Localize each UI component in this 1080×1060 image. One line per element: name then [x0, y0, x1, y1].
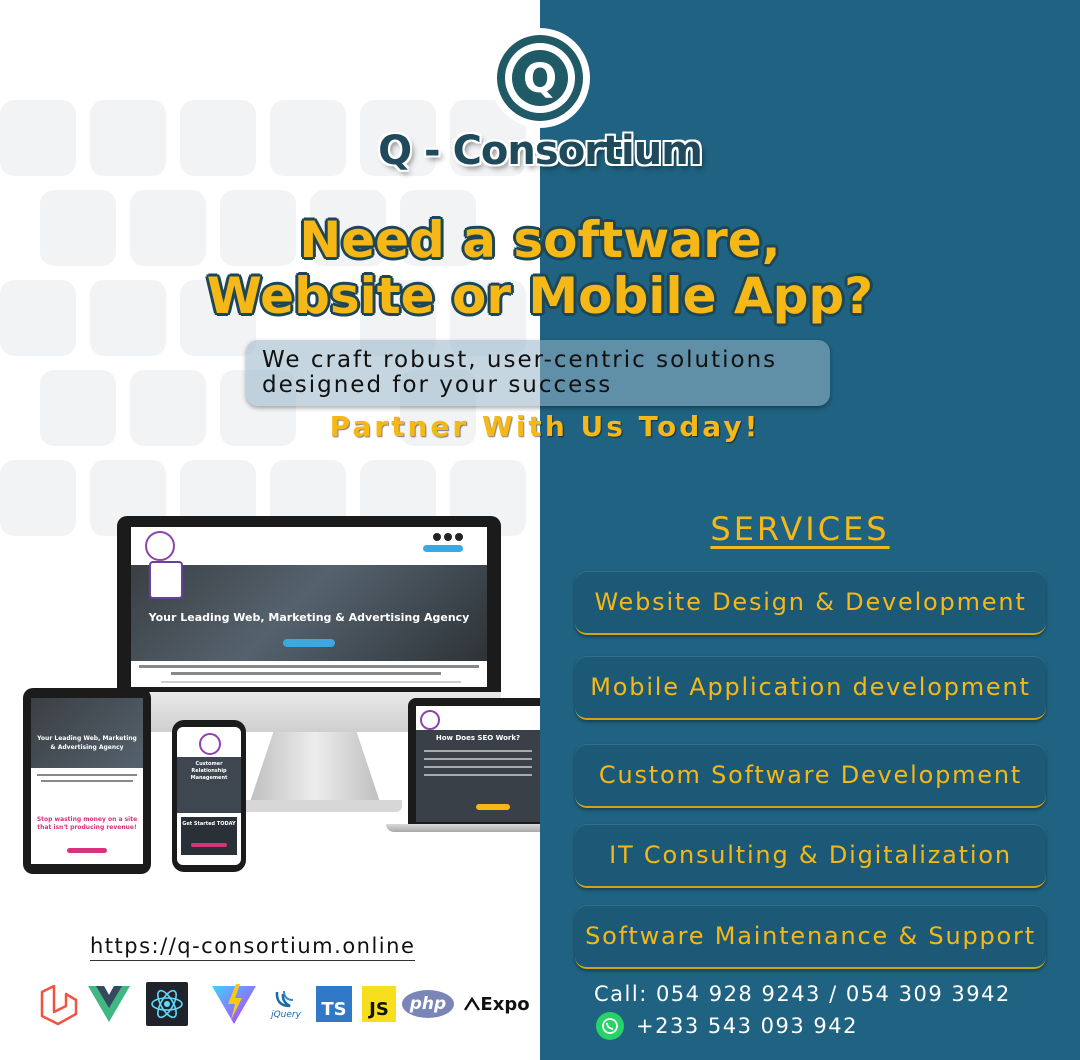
desktop-hero-text: Your Leading Web, Marketing & Advertisin… [148, 611, 470, 624]
expo-icon: Expo [462, 982, 532, 1026]
tagline: We craft robust, user-centric solutions … [262, 348, 842, 398]
jquery-icon: jQuery [268, 982, 304, 1026]
phone-logo-icon [199, 733, 221, 755]
ts-label: TS [316, 986, 352, 1022]
whatsapp-number: +233 543 093 942 [636, 1014, 858, 1038]
laptop-screen: How Does SEO Work? [416, 706, 540, 822]
q-logo-icon: Q [490, 28, 590, 128]
website-url[interactable]: https://q-consortium.online [90, 934, 416, 961]
social-icon [433, 533, 441, 541]
phone-button [191, 843, 227, 847]
typescript-icon: TS [316, 982, 352, 1026]
tagline-line-1: We craft robust, user-centric solutions [262, 347, 778, 373]
text-line [171, 672, 441, 675]
text-line [424, 750, 532, 752]
service-website-design[interactable]: Website Design & Development [575, 571, 1046, 635]
whatsapp-contact[interactable]: +233 543 093 942 [596, 1012, 858, 1040]
headline-line-2: Website or Mobile App? [206, 267, 874, 325]
tablet-screen: Your Leading Web, Marketing & Advertisin… [31, 698, 143, 864]
laptop-logo-icon [420, 710, 440, 730]
phone-screen: Customer Relationship Management Get Sta… [177, 727, 241, 865]
laravel-icon [40, 984, 78, 1026]
expo-label: Expo [480, 993, 530, 1015]
service-mobile-app[interactable]: Mobile Application development [575, 656, 1046, 720]
text-line [424, 758, 532, 760]
social-icon [455, 533, 463, 541]
laptop-base [386, 824, 540, 832]
award-badge-icon [149, 561, 183, 599]
text-line [161, 681, 461, 683]
headline-line-1: Need a software, [299, 211, 781, 269]
phone-title: Customer Relationship Management [190, 761, 228, 781]
text-line [37, 774, 137, 776]
services-title: SERVICES [710, 510, 890, 548]
tablet-hero-text: Your Leading Web, Marketing & Advertisin… [37, 735, 137, 751]
svg-text:Q: Q [523, 56, 557, 102]
tech-stack: jQuery TS JS php Expo [36, 982, 536, 1026]
whatsapp-icon [596, 1012, 624, 1040]
service-maintenance[interactable]: Software Maintenance & Support [575, 905, 1046, 969]
javascript-icon: JS [362, 982, 396, 1026]
desktop-hero-button [283, 639, 335, 647]
laptop-title: How Does SEO Work? [435, 734, 521, 742]
tablet-banner-text: Stop wasting money on a site that isn't … [36, 816, 138, 831]
cta-text: Partner With Us Today! [329, 410, 761, 443]
tagline-line-2: designed for your success [262, 372, 613, 398]
text-line [424, 766, 532, 768]
brand-name: Q - Consortium [378, 128, 703, 174]
php-icon: php [402, 982, 454, 1026]
react-icon [146, 982, 188, 1026]
text-line [139, 665, 479, 668]
text-line [41, 780, 133, 782]
headline: Need a software, Website or Mobile App? [140, 212, 940, 324]
social-icon [444, 533, 452, 541]
vue-icon [88, 986, 130, 1022]
desktop-screen: Your Leading Web, Marketing & Advertisin… [131, 527, 487, 687]
phone-cta: Get Started TODAY [182, 821, 236, 827]
laptop-button [476, 804, 510, 810]
monitor-base [232, 800, 402, 812]
vite-icon [212, 984, 256, 1024]
js-label: JS [362, 986, 396, 1022]
tablet-button [67, 848, 107, 853]
jquery-label: jQuery [271, 1010, 301, 1020]
call-us-button [423, 545, 463, 552]
call-numbers[interactable]: Call: 054 928 9243 / 054 309 3942 [594, 982, 1011, 1006]
tablet-hero [31, 698, 143, 768]
service-custom-software[interactable]: Custom Software Development [575, 744, 1046, 808]
text-line [424, 774, 532, 776]
site-logo-icon [145, 531, 175, 561]
service-it-consulting[interactable]: IT Consulting & Digitalization [575, 824, 1046, 888]
php-label: php [402, 990, 454, 1018]
